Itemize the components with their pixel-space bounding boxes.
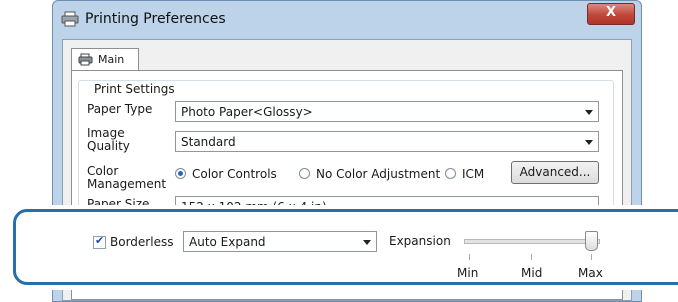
tab-main[interactable]: Main bbox=[71, 48, 139, 71]
image-quality-label-line2: Quality bbox=[87, 139, 130, 153]
chevron-down-icon bbox=[585, 110, 593, 115]
paper-type-label: Paper Type bbox=[87, 102, 153, 116]
slider-min-label: Min bbox=[457, 266, 479, 280]
borderless-label: Borderless bbox=[110, 235, 174, 249]
printer-icon bbox=[61, 11, 79, 27]
color-management-options: Color Controls No Color Adjustment ICM bbox=[175, 167, 484, 183]
color-controls-label: Color Controls bbox=[192, 167, 277, 181]
window-title: Printing Preferences bbox=[85, 11, 226, 27]
radio-dot bbox=[175, 168, 186, 179]
slider-thumb[interactable] bbox=[585, 231, 598, 251]
slider-max-label: Max bbox=[578, 266, 603, 280]
slider-tick-min bbox=[469, 254, 470, 260]
tab-label: Main bbox=[98, 53, 125, 66]
expansion-label: Expansion bbox=[389, 234, 451, 248]
title-bar: Printing Preferences X bbox=[53, 1, 641, 39]
radio-dot bbox=[299, 168, 310, 179]
image-quality-value: Standard bbox=[181, 135, 236, 149]
chevron-down-icon bbox=[363, 240, 371, 245]
radio-dot bbox=[445, 168, 456, 179]
borderless-mode-value: Auto Expand bbox=[189, 235, 266, 249]
slider-tick-mid bbox=[531, 254, 532, 260]
borderless-mode-dropdown[interactable]: Auto Expand bbox=[183, 231, 377, 252]
close-button[interactable]: X bbox=[587, 3, 635, 25]
image-quality-dropdown[interactable]: Standard bbox=[175, 131, 599, 152]
chevron-down-icon bbox=[585, 140, 593, 145]
paper-type-dropdown[interactable]: Photo Paper<Glossy> bbox=[175, 101, 599, 122]
slider-tick-max bbox=[591, 254, 592, 260]
slider-mid-label: Mid bbox=[521, 266, 543, 280]
print-settings-title: Print Settings bbox=[91, 82, 178, 96]
advanced-button[interactable]: Advanced... bbox=[511, 161, 599, 184]
printer-icon bbox=[78, 53, 93, 66]
no-color-adjustment-label: No Color Adjustment bbox=[316, 167, 441, 181]
icm-label: ICM bbox=[462, 167, 485, 181]
borderless-checkbox[interactable] bbox=[93, 234, 106, 249]
slider-track bbox=[464, 239, 600, 244]
color-management-label-line2: Management bbox=[87, 177, 167, 191]
paper-type-value: Photo Paper<Glossy> bbox=[181, 105, 313, 119]
